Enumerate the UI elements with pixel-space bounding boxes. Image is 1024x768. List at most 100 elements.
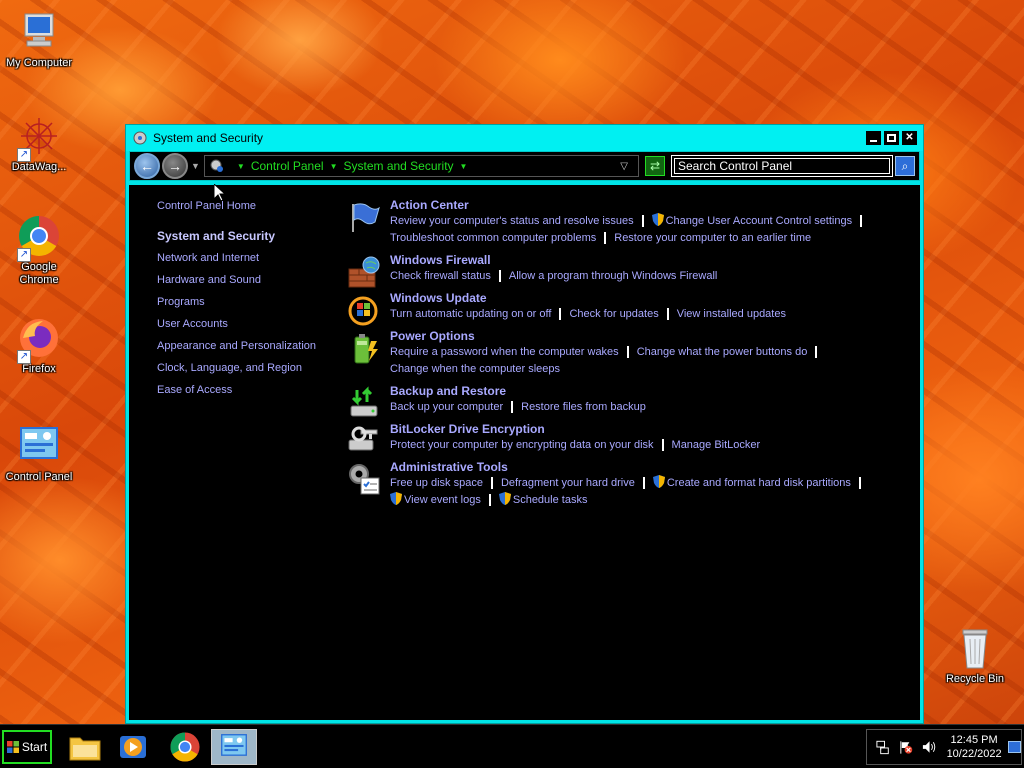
forward-button[interactable]: → bbox=[162, 153, 188, 179]
taskbar-chrome[interactable] bbox=[162, 729, 208, 765]
recent-pages-dropdown[interactable]: ▼ bbox=[191, 161, 200, 171]
breadcrumb[interactable]: ▼ Control Panel ▼ System and Security ▼ … bbox=[203, 155, 639, 177]
troubleshoot-link[interactable]: Troubleshoot common computer problems bbox=[390, 232, 596, 244]
taskbar-control-panel[interactable] bbox=[211, 729, 257, 765]
clock-date: 10/22/2022 bbox=[946, 748, 1002, 760]
taskbar: Start 12:45 PM 10/22/2022 bbox=[0, 724, 1024, 768]
chrome-icon: ↗ bbox=[17, 214, 61, 262]
desktop-icon-control-panel[interactable]: Control Panel bbox=[1, 424, 77, 484]
change-uac-settings-link[interactable]: Change User Account Control settings bbox=[666, 215, 853, 227]
nav-item-hardware-and-sound[interactable]: Hardware and Sound bbox=[157, 273, 337, 295]
action-center-title[interactable]: Action Center bbox=[390, 198, 907, 213]
clock-time: 12:45 PM bbox=[950, 734, 998, 746]
review-status-link[interactable]: Review your computer's status and resolv… bbox=[390, 215, 634, 227]
schedule-tasks-link[interactable]: Schedule tasks bbox=[513, 494, 588, 506]
category-list: Action Center Review your computer's sta… bbox=[347, 198, 907, 515]
clock[interactable]: 12:45 PM 10/22/2022 bbox=[947, 733, 1002, 761]
show-desktop-button[interactable] bbox=[1007, 741, 1022, 753]
search-button[interactable]: ⌕ bbox=[895, 156, 915, 176]
power-options-title[interactable]: Power Options bbox=[390, 329, 907, 344]
datawag-icon: ↗ bbox=[17, 114, 61, 162]
manage-bitlocker-link[interactable]: Manage BitLocker bbox=[672, 439, 761, 451]
desktop-icon-recycle-bin[interactable]: Recycle Bin bbox=[937, 626, 1013, 686]
category-windows-firewall: Windows Firewall Check firewall status Al… bbox=[347, 253, 907, 288]
back-button[interactable]: ← bbox=[134, 153, 160, 179]
bitlocker-title[interactable]: BitLocker Drive Encryption bbox=[390, 422, 907, 437]
mouse-cursor-icon bbox=[214, 184, 226, 202]
windows-logo-icon bbox=[6, 741, 19, 753]
restore-files-link[interactable]: Restore files from backup bbox=[521, 401, 646, 413]
backup-and-restore-title[interactable]: Backup and Restore bbox=[390, 384, 907, 399]
control-panel-home-link[interactable]: Control Panel Home bbox=[157, 200, 337, 212]
free-up-disk-space-link[interactable]: Free up disk space bbox=[390, 477, 483, 489]
taskbar-file-explorer[interactable] bbox=[62, 729, 108, 765]
system-tray: 12:45 PM 10/22/2022 bbox=[866, 729, 1022, 765]
category-bitlocker: BitLocker Drive Encryption Protect your … bbox=[347, 422, 907, 454]
network-icon[interactable] bbox=[875, 739, 890, 755]
defragment-link[interactable]: Defragment your hard drive bbox=[501, 477, 635, 489]
address-history-dropdown[interactable]: ▽ bbox=[620, 161, 628, 172]
chevron-down-icon[interactable]: ▼ bbox=[237, 162, 245, 171]
volume-icon[interactable] bbox=[921, 739, 936, 755]
minimize-button[interactable] bbox=[866, 131, 881, 145]
close-button[interactable]: ✕ bbox=[902, 131, 917, 145]
shortcut-arrow-icon: ↗ bbox=[17, 350, 31, 364]
main-content: Control Panel Home System and Security N… bbox=[129, 185, 920, 720]
chevron-down-icon[interactable]: ▼ bbox=[330, 162, 338, 171]
windows-firewall-title[interactable]: Windows Firewall bbox=[390, 253, 907, 268]
battery-icon bbox=[354, 334, 378, 364]
search-icon: ⌕ bbox=[901, 159, 909, 173]
category-backup-and-restore: Backup and Restore Back up your computer… bbox=[347, 384, 907, 417]
nav-item-programs[interactable]: Programs bbox=[157, 295, 337, 317]
nav-item-system-and-security[interactable]: System and Security bbox=[157, 229, 337, 251]
encrypt-disk-link[interactable]: Protect your computer by encrypting data… bbox=[390, 439, 654, 451]
computer-icon bbox=[17, 10, 61, 54]
nav-item-ease-of-access[interactable]: Ease of Access bbox=[157, 383, 337, 405]
action-center-flag-icon[interactable] bbox=[898, 739, 913, 755]
check-firewall-status-link[interactable]: Check firewall status bbox=[390, 270, 491, 282]
computer-sleeps-link[interactable]: Change when the computer sleeps bbox=[390, 363, 560, 375]
refresh-button[interactable]: ⇄ bbox=[645, 156, 665, 176]
taskbar-media-player[interactable] bbox=[110, 729, 156, 765]
nav-item-appearance[interactable]: Appearance and Personalization bbox=[157, 339, 337, 361]
nav-item-clock-language-region[interactable]: Clock, Language, and Region bbox=[157, 361, 337, 383]
restore-earlier-time-link[interactable]: Restore your computer to an earlier time bbox=[614, 232, 811, 244]
desktop-icon-label: Google Chrome bbox=[19, 261, 59, 286]
control-panel-icon bbox=[221, 734, 247, 756]
desktop-icon-label: Recycle Bin bbox=[945, 673, 1005, 685]
desktop-icon-label: DataWag... bbox=[11, 161, 67, 173]
automatic-updating-link[interactable]: Turn automatic updating on or off bbox=[390, 308, 551, 320]
power-buttons-link[interactable]: Change what the power buttons do bbox=[637, 346, 808, 358]
breadcrumb-system-and-security[interactable]: System and Security bbox=[343, 159, 453, 173]
desktop-icon-firefox[interactable]: ↗ Firefox bbox=[1, 316, 77, 376]
address-bar: ← → ▼ ▼ Control Panel ▼ System and Secur… bbox=[129, 151, 920, 181]
require-password-link[interactable]: Require a password when the computer wak… bbox=[390, 346, 619, 358]
category-windows-update: Windows Update Turn automatic updating o… bbox=[347, 291, 907, 326]
nav-item-network-and-internet[interactable]: Network and Internet bbox=[157, 251, 337, 273]
window-titlebar[interactable]: System and Security ✕ bbox=[126, 125, 923, 151]
search-input[interactable] bbox=[674, 158, 890, 174]
backup-icon bbox=[350, 386, 378, 417]
breadcrumb-control-panel[interactable]: Control Panel bbox=[251, 159, 324, 173]
chevron-down-icon[interactable]: ▼ bbox=[460, 162, 468, 171]
back-up-computer-link[interactable]: Back up your computer bbox=[390, 401, 503, 413]
uac-shield-icon bbox=[652, 475, 665, 488]
desktop-icon-datawag[interactable]: ↗ DataWag... bbox=[1, 114, 77, 174]
check-for-updates-link[interactable]: Check for updates bbox=[569, 308, 658, 320]
left-navigation: Control Panel Home System and Security N… bbox=[157, 200, 337, 405]
view-event-logs-link[interactable]: View event logs bbox=[404, 494, 481, 506]
allow-program-link[interactable]: Allow a program through Windows Firewall bbox=[509, 270, 717, 282]
start-button[interactable]: Start bbox=[2, 730, 52, 764]
windows-update-title[interactable]: Windows Update bbox=[390, 291, 907, 306]
file-explorer-icon bbox=[69, 737, 101, 761]
administrative-tools-title[interactable]: Administrative Tools bbox=[390, 460, 907, 475]
shortcut-arrow-icon: ↗ bbox=[17, 148, 31, 162]
view-installed-updates-link[interactable]: View installed updates bbox=[677, 308, 786, 320]
disk-partitions-link[interactable]: Create and format hard disk partitions bbox=[667, 477, 851, 489]
desktop-icon-google-chrome[interactable]: ↗ Google Chrome bbox=[1, 214, 77, 287]
control-panel-icon bbox=[210, 159, 223, 172]
desktop-icon-my-computer[interactable]: My Computer bbox=[1, 10, 77, 70]
desktop-icon-label: Control Panel bbox=[5, 471, 73, 483]
nav-item-user-accounts[interactable]: User Accounts bbox=[157, 317, 337, 339]
maximize-button[interactable] bbox=[884, 131, 899, 145]
